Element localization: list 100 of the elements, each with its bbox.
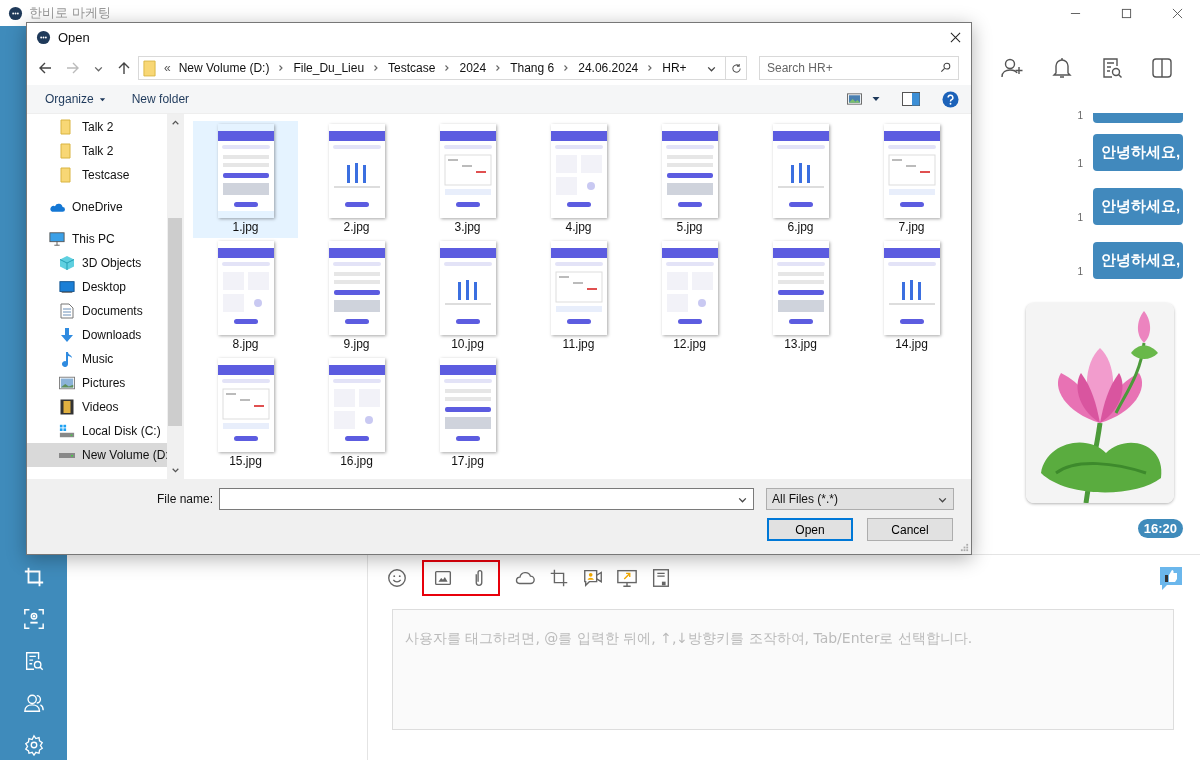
- video-call-icon[interactable]: [582, 567, 604, 589]
- preview-pane-icon[interactable]: [902, 92, 920, 106]
- new-folder-button[interactable]: New folder: [123, 89, 198, 109]
- document-icon[interactable]: [650, 567, 672, 589]
- file-name-label: File name:: [156, 492, 213, 506]
- breadcrumb-item[interactable]: Thang 6: [510, 61, 555, 75]
- file-item[interactable]: 11.jpg: [526, 238, 631, 355]
- file-item[interactable]: 8.jpg: [193, 238, 298, 355]
- crop-icon[interactable]: [548, 567, 570, 589]
- file-item[interactable]: 15.jpg: [193, 355, 298, 472]
- screen-share-icon[interactable]: [616, 567, 638, 589]
- search-field[interactable]: Search HR+: [759, 56, 959, 80]
- caret-icon[interactable]: [872, 95, 880, 103]
- crop-icon[interactable]: [22, 566, 45, 588]
- emoji-icon[interactable]: [386, 567, 408, 589]
- up-arrow-icon[interactable]: [116, 60, 132, 76]
- address-bar[interactable]: « New Volume (D:) File_Du_Lieu Testcase 2024 Thang 6 24.06.2024 HR+: [138, 56, 747, 80]
- app-logo-icon: [36, 29, 51, 45]
- file-item[interactable]: 10.jpg: [415, 238, 520, 355]
- overflow-chevrons[interactable]: «: [164, 61, 171, 75]
- scroll-up-icon[interactable]: [170, 118, 180, 127]
- file-item[interactable]: 9.jpg: [304, 238, 409, 355]
- maximize-icon[interactable]: [1121, 7, 1132, 19]
- contacts-icon[interactable]: [22, 692, 45, 714]
- nav-item[interactable]: Downloads: [27, 323, 167, 347]
- resize-grip-icon[interactable]: [960, 543, 969, 552]
- breadcrumb-item[interactable]: 2024: [459, 61, 487, 75]
- read-count: 1: [1077, 110, 1083, 121]
- breadcrumb-item[interactable]: Testcase: [388, 61, 436, 75]
- app-logo-icon: [8, 5, 23, 21]
- view-icon[interactable]: [847, 93, 862, 105]
- breadcrumb-item[interactable]: File_Du_Lieu: [293, 61, 365, 75]
- file-item[interactable]: 4.jpg: [526, 121, 631, 238]
- file-item[interactable]: 3.jpg: [415, 121, 520, 238]
- open-button[interactable]: Open: [767, 518, 853, 541]
- nav-item[interactable]: Talk 2: [27, 139, 167, 163]
- message-input[interactable]: 사용자를 태그하려면, @를 입력한 뒤에, ↑,↓방향키를 조작하여, Tab/Enter로 선택합니다.: [392, 609, 1174, 730]
- nav-item[interactable]: 3D Objects: [27, 251, 167, 275]
- folder-icon: [143, 59, 156, 77]
- breadcrumb-item[interactable]: HR+: [662, 61, 687, 75]
- nav-item[interactable]: OneDrive: [27, 195, 167, 219]
- file-item[interactable]: 1.jpg: [193, 121, 298, 238]
- nav-item[interactable]: Videos: [27, 395, 167, 419]
- close-icon[interactable]: [1172, 7, 1183, 19]
- message-bubble: 안녕하세요,: [1093, 242, 1183, 279]
- file-item[interactable]: 5.jpg: [637, 121, 742, 238]
- scrollbar[interactable]: [167, 114, 183, 479]
- dialog-title: Open: [58, 29, 90, 45]
- help-icon[interactable]: [942, 90, 959, 108]
- file-name-field[interactable]: [219, 488, 754, 510]
- monitor-icon: [59, 279, 75, 295]
- nav-item[interactable]: Music: [27, 347, 167, 371]
- breadcrumb-item[interactable]: New Volume (D:): [178, 61, 270, 75]
- caret-icon: [98, 95, 106, 103]
- close-icon[interactable]: [950, 31, 961, 43]
- film-icon: [59, 399, 75, 415]
- file-item[interactable]: 13.jpg: [748, 238, 853, 355]
- file-item[interactable]: 7.jpg: [859, 121, 964, 238]
- file-type-select[interactable]: All Files (*.*): [766, 488, 954, 510]
- document-search-icon[interactable]: [1100, 56, 1124, 80]
- settings-icon[interactable]: [22, 734, 45, 756]
- message-bubble: 안녕하세요,: [1093, 188, 1183, 225]
- scroll-down-icon[interactable]: [170, 466, 180, 475]
- read-count: 1: [1077, 158, 1083, 169]
- organize-menu[interactable]: Organize: [37, 89, 114, 109]
- bell-icon[interactable]: [1050, 56, 1074, 80]
- file-item[interactable]: 16.jpg: [304, 355, 409, 472]
- read-count: 1: [1077, 212, 1083, 223]
- document-icon: [59, 303, 75, 319]
- nav-item[interactable]: This PC: [27, 227, 167, 251]
- cancel-button[interactable]: Cancel: [867, 518, 953, 541]
- split-view-icon[interactable]: [1150, 56, 1174, 80]
- nav-item[interactable]: Talk 2: [27, 115, 167, 139]
- drive-icon: [59, 423, 75, 439]
- cube-icon: [59, 255, 75, 271]
- nav-item[interactable]: New Volume (D:: [27, 443, 167, 467]
- file-item[interactable]: 12.jpg: [637, 238, 742, 355]
- nav-item[interactable]: Documents: [27, 299, 167, 323]
- read-count: 1: [1077, 266, 1083, 277]
- file-item[interactable]: 6.jpg: [748, 121, 853, 238]
- file-item[interactable]: 2.jpg: [304, 121, 409, 238]
- back-arrow-icon[interactable]: [37, 60, 53, 76]
- thumbs-up-icon[interactable]: [1158, 565, 1184, 591]
- record-icon[interactable]: [22, 608, 45, 630]
- file-item[interactable]: 17.jpg: [415, 355, 520, 472]
- nav-item[interactable]: Pictures: [27, 371, 167, 395]
- computer-icon: [49, 231, 65, 247]
- music-note-icon: [59, 351, 75, 367]
- drive-icon: [59, 452, 75, 458]
- nav-item[interactable]: Testcase: [27, 163, 167, 187]
- message-bubble: 안녕하세요,: [1093, 134, 1183, 171]
- nav-item[interactable]: Desktop: [27, 275, 167, 299]
- picture-icon: [59, 375, 75, 391]
- nav-item[interactable]: Local Disk (C:): [27, 419, 167, 443]
- file-item[interactable]: 14.jpg: [859, 238, 964, 355]
- breadcrumb-item[interactable]: 24.06.2024: [578, 61, 639, 75]
- search-icon: [940, 62, 951, 73]
- time-badge: 16:20: [1137, 519, 1183, 538]
- refresh-icon[interactable]: [730, 62, 742, 74]
- add-user-icon[interactable]: [1000, 56, 1024, 80]
